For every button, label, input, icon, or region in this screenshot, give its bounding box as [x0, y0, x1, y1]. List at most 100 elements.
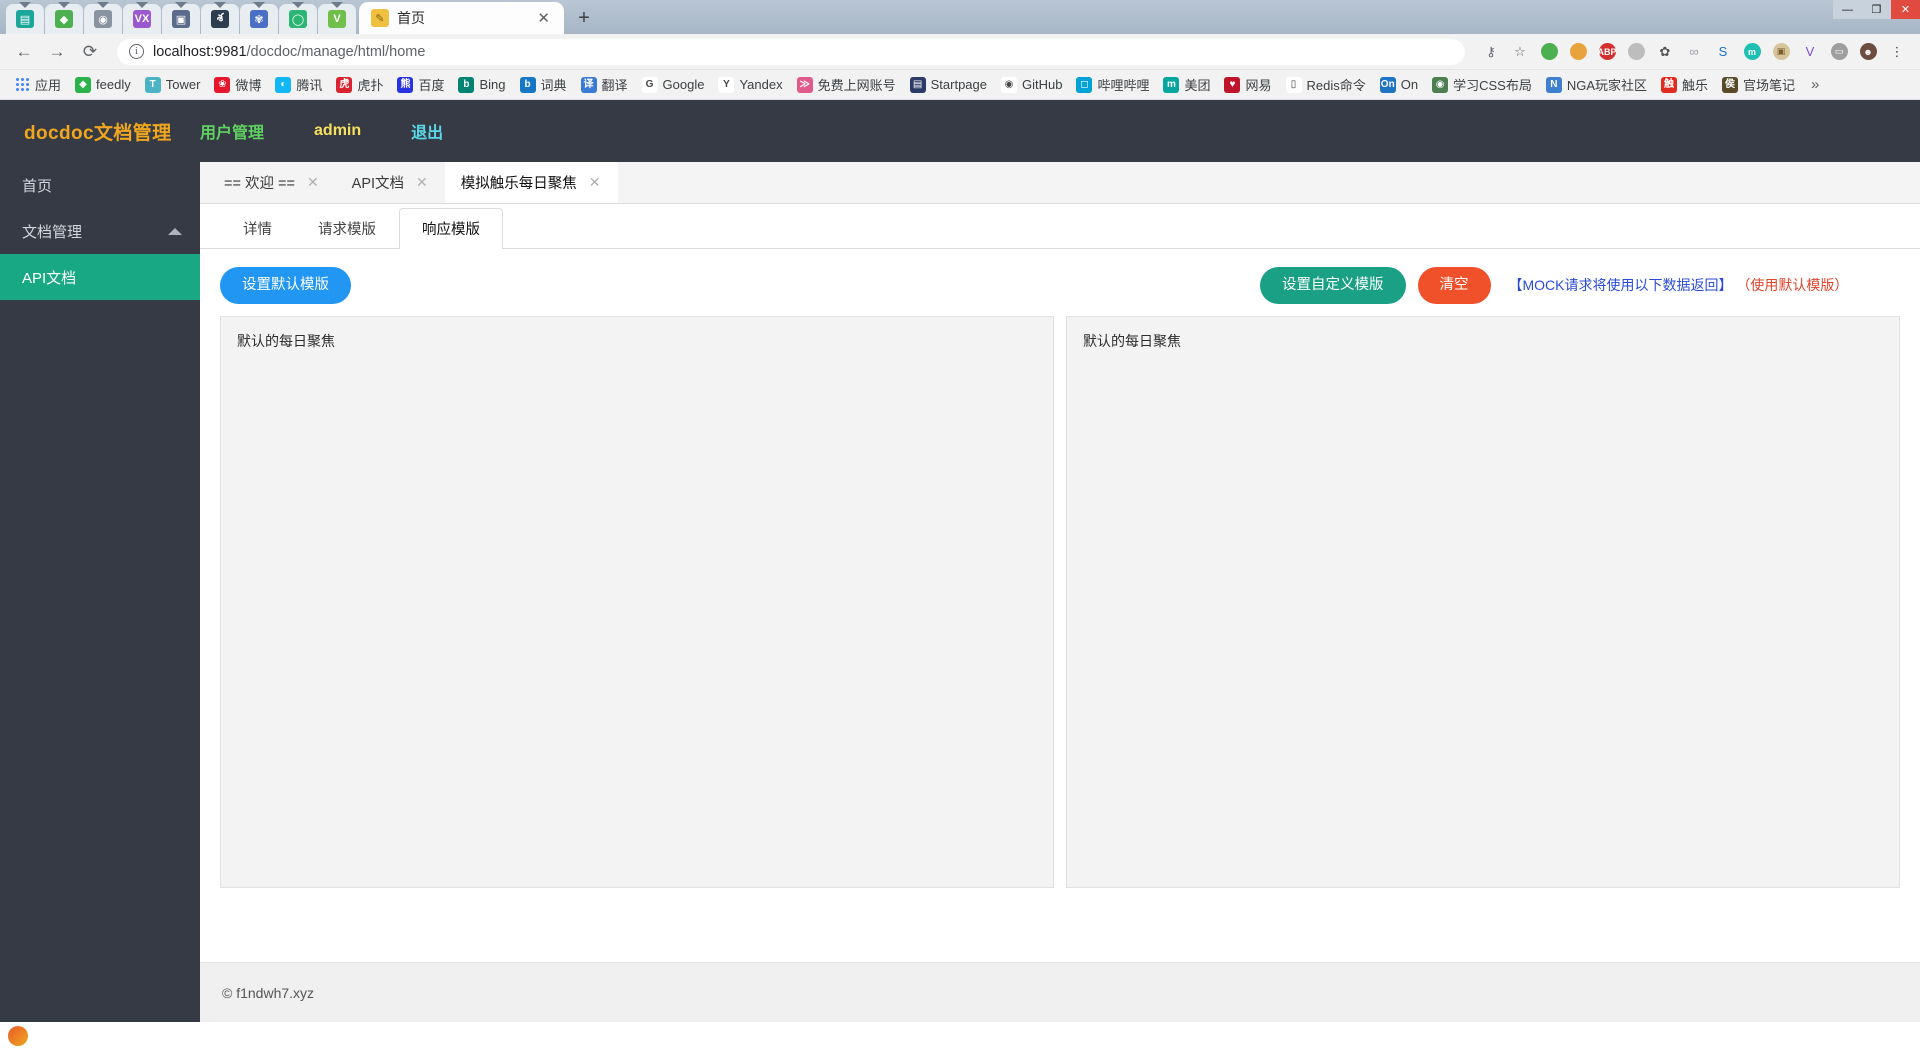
bookmark-label: feedly: [96, 77, 131, 92]
set-default-template-button[interactable]: 设置默认模版: [220, 267, 351, 304]
mendeley-extension-icon[interactable]: m: [1739, 39, 1765, 65]
bookmark-13[interactable]: ≫ 免费上网账号: [791, 72, 902, 97]
bookmark-20[interactable]: On On: [1374, 74, 1424, 96]
browser-tab-active[interactable]: ✎ 首页 ✕: [359, 2, 564, 34]
app-brand-logo[interactable]: docdoc文档管理: [0, 100, 200, 162]
bookmark-star-icon[interactable]: ☆: [1507, 39, 1533, 65]
sogou-extension-icon[interactable]: S: [1710, 39, 1736, 65]
header-link-1[interactable]: 用户管理: [200, 119, 264, 143]
page-tab-close-icon[interactable]: ✕: [307, 174, 319, 191]
page-tab-2[interactable]: API文档 ✕: [336, 162, 445, 203]
circle-extension-icon[interactable]: [1623, 39, 1649, 65]
app-footer: © f1ndwh7.xyz: [200, 962, 1920, 1022]
bookmark-18[interactable]: ♥ 网易: [1218, 72, 1277, 97]
sidebar-item-1[interactable]: 首页: [0, 162, 200, 208]
pinned-tab-3-favicon-icon: ◉: [94, 10, 112, 28]
clear-button[interactable]: 清空: [1417, 267, 1491, 304]
page-tab-close-icon[interactable]: ✕: [589, 174, 601, 191]
window-minimize-button[interactable]: —: [1833, 0, 1862, 19]
bookmark-14[interactable]: ▤ Startpage: [904, 74, 993, 96]
bookmark-6[interactable]: 虎虎扑: [330, 72, 389, 97]
pinned-tab-6[interactable]: శ: [201, 4, 239, 34]
bookmark-label: 词典: [540, 78, 567, 93]
browser-tab-close-icon[interactable]: ✕: [533, 9, 554, 27]
detail-subtabs: 详情 请求模版 响应模版: [200, 204, 1920, 249]
bookmark-17[interactable]: m 美团: [1157, 72, 1216, 97]
page-tab-close-icon[interactable]: ✕: [416, 174, 428, 191]
link-extension-icon[interactable]: ∞: [1681, 39, 1707, 65]
cookie-extension-icon[interactable]: [1565, 39, 1591, 65]
bookmark-5[interactable]: ◐ 腾讯: [269, 72, 328, 97]
pinned-tab-4[interactable]: VX: [123, 4, 161, 34]
pinned-tab-7[interactable]: ✾: [240, 4, 278, 34]
reload-icon[interactable]: ⟳: [76, 38, 104, 66]
sub-tab-3[interactable]: 响应模版: [399, 208, 503, 249]
gray-extension-icon[interactable]: ▭: [1826, 39, 1852, 65]
bookmark-24[interactable]: 侯官场笔记: [1716, 72, 1801, 97]
gear-extension-icon[interactable]: ✿: [1652, 39, 1678, 65]
bookmark-16[interactable]: ◻ 哔哩哔哩: [1070, 72, 1155, 97]
sidebar-item-2[interactable]: 文档管理: [0, 208, 200, 254]
tencent-icon: ◐: [275, 76, 292, 93]
template-panes: 默认的每日聚焦 默认的每日聚焦: [200, 315, 1920, 945]
pinned-tab-5[interactable]: ▣: [162, 4, 200, 34]
bookmark-2[interactable]: ◆ feedly: [69, 74, 137, 96]
bookmark-23[interactable]: 触触乐: [1655, 72, 1714, 97]
pinned-tab-2-favicon-icon: ◆: [55, 10, 73, 28]
bookmark-15[interactable]: ◉ GitHub: [995, 74, 1068, 96]
bookmark-8[interactable]: b Bing: [452, 74, 511, 96]
bookmark-12[interactable]: Y Yandex: [712, 74, 788, 96]
nga-icon: N: [1545, 76, 1562, 93]
forward-icon[interactable]: →: [43, 38, 71, 66]
bookmark-9[interactable]: b 词典: [514, 72, 573, 97]
chevron-up-icon[interactable]: [168, 227, 182, 235]
sub-tab-2[interactable]: 请求模版: [295, 208, 399, 249]
bookmarks-overflow-icon[interactable]: »: [1803, 76, 1827, 93]
bookmark-21[interactable]: ◉ 学习CSS布局: [1426, 72, 1538, 97]
desktop-app-icon[interactable]: [8, 1026, 28, 1046]
adblock-extension-icon[interactable]: ABP: [1594, 39, 1620, 65]
clipboard-extension-icon[interactable]: ▣: [1768, 39, 1794, 65]
header-link-2[interactable]: admin: [314, 122, 361, 140]
bookmark-7[interactable]: 熊百度: [391, 72, 450, 97]
pinned-tab-3[interactable]: ◉: [84, 4, 122, 34]
sub-tab-1[interactable]: 详情: [220, 208, 295, 249]
window-close-button[interactable]: ✕: [1891, 0, 1920, 19]
bookmark-label: 触乐: [1682, 78, 1709, 93]
bookmark-4[interactable]: ❀ 微博: [208, 72, 267, 97]
bookmark-22[interactable]: N NGA玩家社区: [1540, 72, 1653, 97]
back-icon[interactable]: ←: [10, 38, 38, 66]
v-extension-icon-glyph: V: [1805, 44, 1815, 59]
custom-template-editor[interactable]: 默认的每日聚焦: [1066, 315, 1900, 888]
bookmark-10[interactable]: 译翻译: [575, 72, 634, 97]
v-extension-icon[interactable]: V: [1797, 39, 1823, 65]
bookmark-label: 微博: [235, 78, 262, 93]
sidebar-item-3[interactable]: API文档: [0, 254, 200, 300]
bookmark-11[interactable]: G Google: [636, 74, 711, 96]
page-tab-label: 模拟触乐每日聚焦: [460, 176, 577, 192]
pinned-tab-9[interactable]: V: [318, 4, 356, 34]
pinned-tab-2[interactable]: ◆: [45, 4, 83, 34]
password-key-icon[interactable]: ⚷: [1478, 39, 1504, 65]
address-bar[interactable]: i localhost:9981/docdoc/manage/html/home: [117, 38, 1465, 65]
default-template-editor[interactable]: 默认的每日聚焦: [220, 315, 1054, 888]
bookmark-label: Startpage: [930, 77, 987, 92]
bookmark-3[interactable]: T Tower: [139, 74, 207, 96]
site-info-icon[interactable]: i: [129, 44, 144, 59]
page-tab-1[interactable]: == 欢迎 == ✕: [208, 162, 336, 203]
evernote-extension-icon-glyph: [1540, 43, 1558, 60]
profile-avatar-icon[interactable]: ☻: [1855, 39, 1881, 65]
chrome-menu-icon[interactable]: ⋮: [1884, 39, 1910, 65]
new-tab-button[interactable]: +: [570, 4, 598, 32]
bookmark-19[interactable]: ▯ Redis命令: [1280, 72, 1372, 97]
set-custom-template-button[interactable]: 设置自定义模版: [1260, 267, 1406, 304]
bookmark-1[interactable]: 应用: [8, 72, 67, 97]
evernote-extension-icon[interactable]: [1536, 39, 1562, 65]
header-link-3[interactable]: 退出: [411, 119, 443, 143]
pinned-tab-1[interactable]: ▤: [6, 4, 44, 34]
pinned-tab-8[interactable]: ◯: [279, 4, 317, 34]
bookmark-label: 腾讯: [296, 78, 323, 93]
window-maximize-button[interactable]: ❐: [1862, 0, 1891, 19]
page-tab-3[interactable]: 模拟触乐每日聚焦 ✕: [444, 162, 618, 203]
app-header: 用户管理 admin 退出: [200, 100, 1920, 162]
